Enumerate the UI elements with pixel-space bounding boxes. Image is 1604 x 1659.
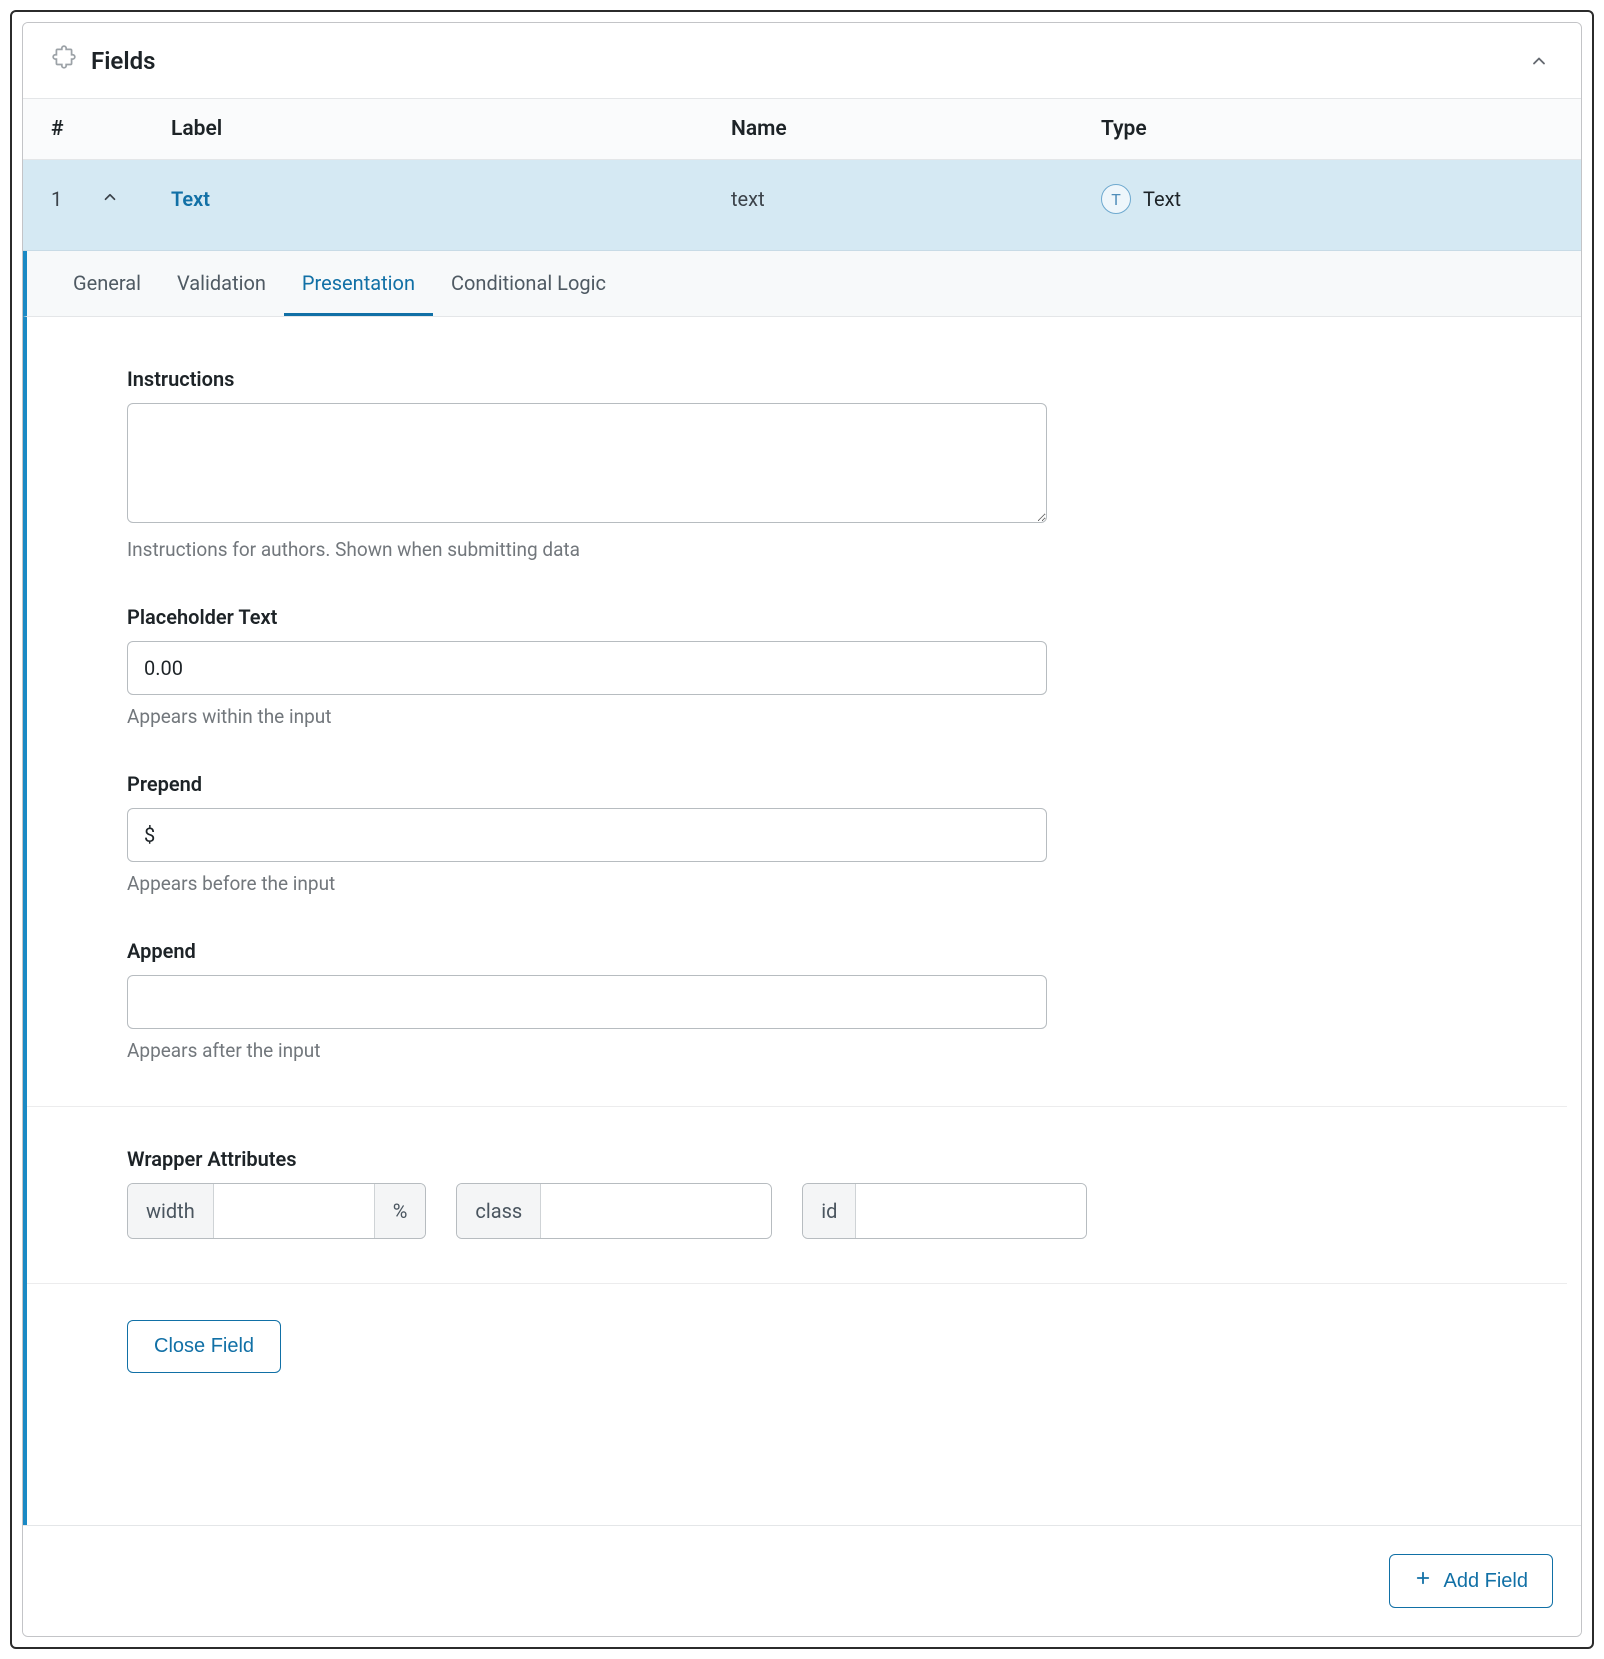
wrapper-class-group: class — [456, 1183, 772, 1239]
field-row[interactable]: 1 Text text T Text — [23, 160, 1581, 251]
fields-panel: Fields # Label Name Type 1 — [22, 22, 1582, 1637]
close-field-button[interactable]: Close Field — [127, 1320, 281, 1373]
plus-icon — [1414, 1569, 1432, 1593]
field-settings-tabs: General Validation Presentation Conditio… — [23, 251, 1581, 317]
add-field-label: Add Field — [1444, 1570, 1529, 1593]
col-label: Label — [141, 117, 731, 141]
field-settings-body: Instructions Instructions for authors. S… — [23, 317, 1581, 1525]
col-type: Type — [1101, 117, 1493, 141]
wrapper-id-group: id — [802, 1183, 1087, 1239]
instructions-help: Instructions for authors. Shown when sub… — [127, 538, 1127, 561]
panel-header: Fields — [23, 23, 1581, 99]
tab-conditional-logic[interactable]: Conditional Logic — [433, 251, 624, 316]
instructions-label: Instructions — [127, 367, 1127, 391]
col-index: # — [51, 117, 141, 141]
tab-general[interactable]: General — [55, 251, 159, 316]
wrapper-class-prefix: class — [457, 1184, 541, 1238]
row-label-link[interactable]: Text — [171, 187, 210, 211]
wrapper-class-input[interactable] — [541, 1184, 771, 1238]
type-badge-icon: T — [1101, 184, 1131, 214]
panel-title: Fields — [91, 47, 155, 75]
instructions-input[interactable] — [127, 403, 1047, 523]
wrapper-width-group: width % — [127, 1183, 426, 1239]
placeholder-help: Appears within the input — [127, 705, 1127, 728]
puzzle-icon — [51, 45, 77, 76]
wrapper-label: Wrapper Attributes — [127, 1147, 1127, 1171]
add-field-button[interactable]: Add Field — [1389, 1554, 1554, 1608]
append-input[interactable] — [127, 975, 1047, 1029]
wrapper-width-suffix: % — [374, 1184, 426, 1238]
row-index: 1 — [51, 187, 101, 211]
placeholder-label: Placeholder Text — [127, 605, 1127, 629]
row-type: T Text — [1101, 184, 1493, 214]
row-name: text — [731, 187, 1101, 211]
fields-table-header: # Label Name Type — [23, 99, 1581, 160]
prepend-input[interactable] — [127, 808, 1047, 862]
prepend-help: Appears before the input — [127, 872, 1127, 895]
append-help: Appears after the input — [127, 1039, 1127, 1062]
panel-footer: Add Field — [23, 1525, 1581, 1636]
wrapper-id-input[interactable] — [856, 1184, 1086, 1238]
collapse-panel-button[interactable] — [1525, 47, 1553, 75]
tab-validation[interactable]: Validation — [159, 251, 284, 316]
append-label: Append — [127, 939, 1127, 963]
wrapper-width-input[interactable] — [214, 1184, 374, 1238]
prepend-label: Prepend — [127, 772, 1127, 796]
placeholder-input[interactable] — [127, 641, 1047, 695]
wrapper-id-prefix: id — [803, 1184, 856, 1238]
tab-presentation[interactable]: Presentation — [284, 251, 433, 316]
col-name: Name — [731, 117, 1101, 141]
row-type-label: Text — [1143, 187, 1181, 211]
wrapper-width-prefix: width — [128, 1184, 214, 1238]
row-collapse-toggle[interactable] — [101, 187, 171, 211]
